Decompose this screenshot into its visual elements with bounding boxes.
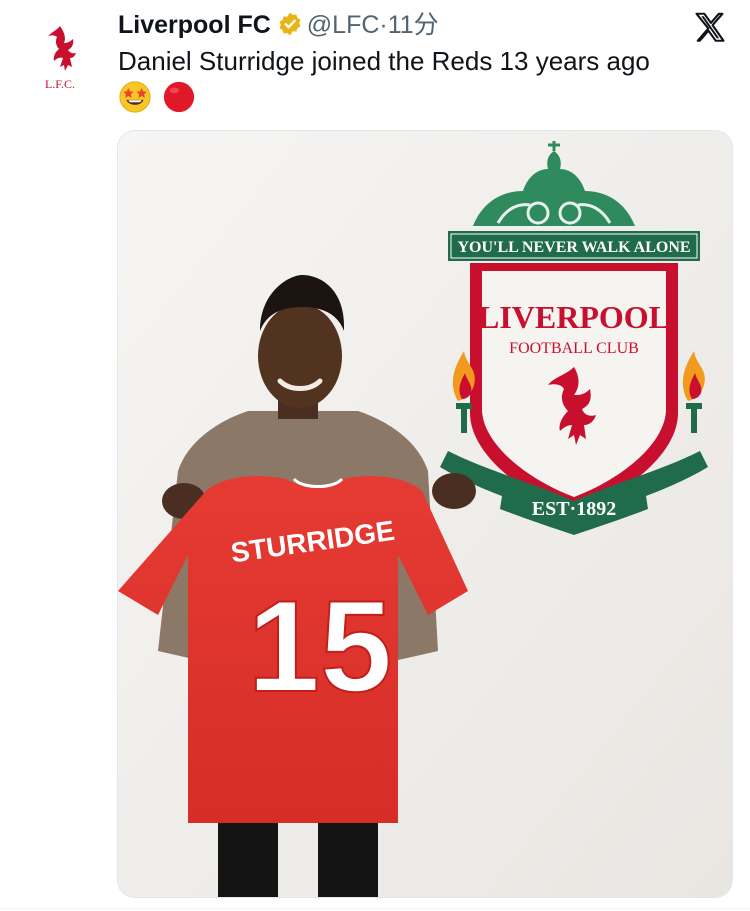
avatar[interactable]: L.F.C. bbox=[22, 18, 98, 94]
handle[interactable]: @LFC bbox=[307, 11, 380, 39]
crest-subtitle-text: FOOTBALL CLUB bbox=[509, 340, 639, 357]
divider bbox=[0, 908, 750, 909]
crest-banner-text: YOU'LL NEVER WALK ALONE bbox=[457, 239, 690, 256]
crest-est-text: EST·1892 bbox=[532, 498, 616, 520]
avatar-label: L.F.C. bbox=[45, 77, 75, 91]
tweet-header: Liverpool FC @LFC·11分 bbox=[118, 10, 710, 40]
liverbird-logo-icon: L.F.C. bbox=[45, 26, 76, 91]
display-name[interactable]: Liverpool FC bbox=[118, 11, 271, 39]
photo-sturridge-signing: YOU'LL NEVER WALK ALONE LIVERPOOL FOOTBA… bbox=[118, 131, 732, 897]
star-struck-emoji-icon bbox=[119, 81, 151, 113]
timestamp[interactable]: 11分 bbox=[388, 11, 439, 39]
verified-badge-icon bbox=[279, 12, 301, 36]
emoji-row bbox=[118, 80, 202, 116]
separator: · bbox=[379, 11, 388, 39]
tweet-media-image[interactable]: YOU'LL NEVER WALK ALONE LIVERPOOL FOOTBA… bbox=[117, 130, 733, 898]
tweet-text: Daniel Sturridge joined the Reds 13 year… bbox=[118, 46, 650, 76]
shirt-number-outline: 15 bbox=[248, 573, 393, 719]
red-circle-emoji-icon bbox=[164, 81, 195, 113]
crest-title-text: LIVERPOOL bbox=[478, 299, 670, 335]
x-logo-icon[interactable] bbox=[692, 10, 728, 46]
